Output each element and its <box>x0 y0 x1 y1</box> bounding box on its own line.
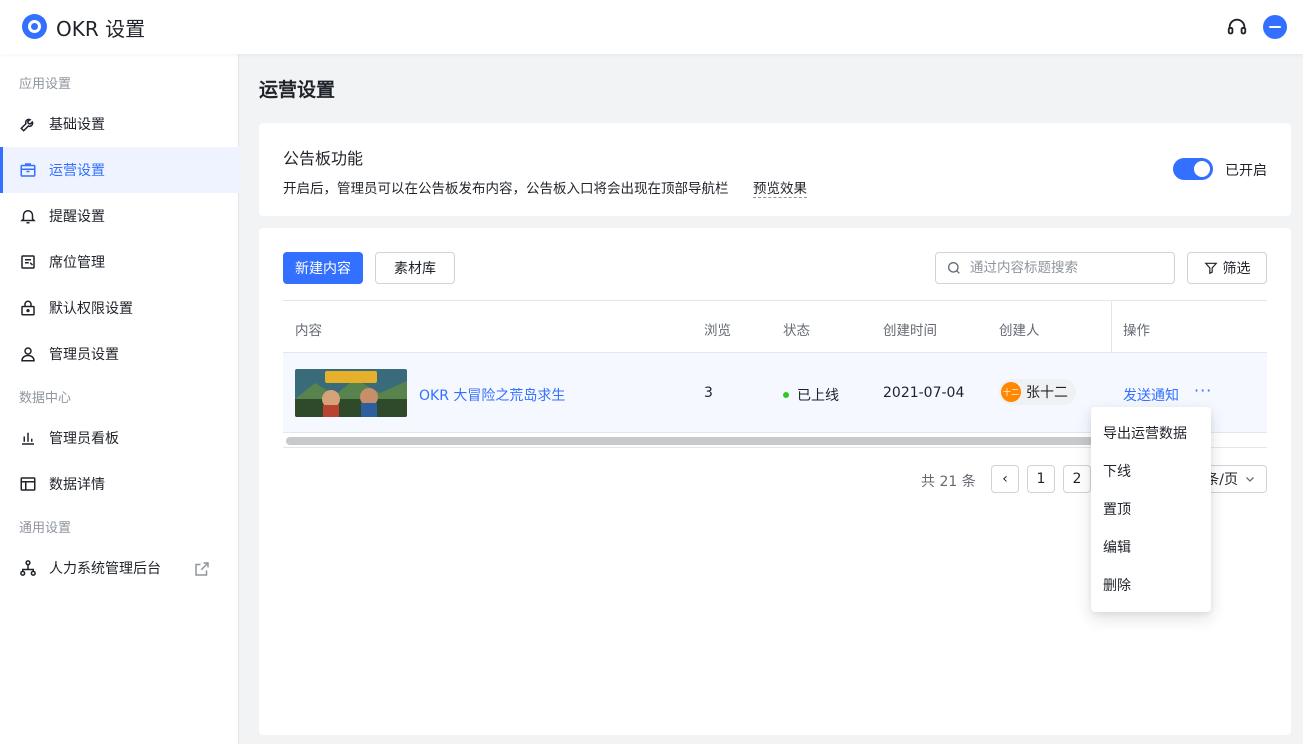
column-header-creator: 创建人 <box>999 323 1040 339</box>
briefcase-icon <box>20 163 36 177</box>
bell-icon <box>20 210 36 224</box>
search-input[interactable] <box>970 260 1165 276</box>
more-actions-button[interactable]: ··· <box>1194 381 1212 400</box>
column-header-created-time: 创建时间 <box>883 323 937 339</box>
nav-group-general-settings: 通用设置 <box>19 521 72 536</box>
status-online-dot <box>783 392 789 398</box>
search-icon <box>948 262 960 274</box>
nav-group-app-settings: 应用设置 <box>19 77 72 92</box>
bar-chart-icon <box>22 432 34 445</box>
sidebar-item-default-permission[interactable]: 默认权限设置 <box>0 285 239 331</box>
wrench-icon <box>20 118 34 132</box>
sidebar-item-label: 人力系统管理后台 <box>49 561 161 577</box>
sidebar: 应用设置 基础设置 运营设置 提醒设置 席位管理 默认权限设置 管理员设置 数据… <box>0 54 239 744</box>
bulletin-toggle[interactable] <box>1173 158 1213 180</box>
new-content-button[interactable]: 新建内容 <box>283 252 363 284</box>
creator-name: 张十二 <box>1026 385 1068 401</box>
sidebar-item-label: 席位管理 <box>49 255 105 271</box>
sidebar-item-admin-settings[interactable]: 管理员设置 <box>0 331 239 377</box>
sidebar-item-admin-dashboard[interactable]: 管理员看板 <box>0 415 239 461</box>
page-2-button[interactable]: 2 <box>1063 465 1091 493</box>
sidebar-item-seat-management[interactable]: 席位管理 <box>0 239 239 285</box>
sidebar-item-label: 运营设置 <box>49 163 105 179</box>
sidebar-item-label: 默认权限设置 <box>49 301 133 317</box>
sidebar-item-label: 数据详情 <box>49 477 105 493</box>
page-1-button[interactable]: 1 <box>1027 465 1055 493</box>
creator-avatar: 十二 <box>1001 382 1021 402</box>
sidebar-item-label: 管理员看板 <box>49 431 119 447</box>
sidebar-item-label: 基础设置 <box>49 117 105 133</box>
chevron-down-icon <box>1246 477 1254 482</box>
sidebar-item-label: 管理员设置 <box>49 347 119 363</box>
sidebar-item-operation-settings[interactable]: 运营设置 <box>0 147 239 193</box>
column-header-actions: 操作 <box>1123 323 1150 339</box>
content-thumbnail <box>295 369 407 417</box>
column-divider <box>1111 301 1112 354</box>
bulletin-title: 公告板功能 <box>283 149 364 168</box>
filter-label: 筛选 <box>1222 261 1251 277</box>
sidebar-item-label: 提醒设置 <box>49 209 105 225</box>
column-header-views: 浏览 <box>704 323 731 339</box>
top-header: OKR 设置 <box>0 0 1303 54</box>
menu-item-delete[interactable]: 删除 <box>1091 566 1211 604</box>
status-text: 已上线 <box>797 388 839 404</box>
filter-icon <box>1203 262 1218 275</box>
more-actions-dropdown: 导出运营数据 下线 置顶 编辑 删除 <box>1091 407 1211 612</box>
user-icon <box>21 347 35 362</box>
table-icon <box>20 477 36 491</box>
nav-group-data-center: 数据中心 <box>19 391 72 406</box>
external-link-icon <box>195 562 209 576</box>
views-count: 3 <box>704 385 713 401</box>
pagination-total: 共 21 条 <box>921 474 976 490</box>
filter-button[interactable]: 筛选 <box>1187 252 1267 284</box>
scrollbar-thumb[interactable] <box>286 437 1116 445</box>
sidebar-item-basic-settings[interactable]: 基础设置 <box>0 101 239 147</box>
org-chart-icon <box>20 560 36 576</box>
creator-chip[interactable]: 十二 张十二 <box>999 379 1076 405</box>
prev-page-button[interactable]: ‹ <box>991 465 1019 493</box>
menu-item-pin-top[interactable]: 置顶 <box>1091 490 1211 528</box>
seat-list-icon <box>21 255 35 269</box>
bulletin-description: 开启后，管理员可以在公告板发布内容，公告板入口将会出现在顶部导航栏 <box>283 181 729 197</box>
app-title: OKR 设置 <box>56 17 146 41</box>
toggle-label: 已开启 <box>1225 163 1267 179</box>
send-notification-link[interactable]: 发送通知 <box>1123 385 1179 405</box>
sidebar-item-reminder-settings[interactable]: 提醒设置 <box>0 193 239 239</box>
lock-icon <box>21 300 35 316</box>
sidebar-item-hr-system[interactable]: 人力系统管理后台 <box>0 545 239 591</box>
menu-item-edit[interactable]: 编辑 <box>1091 528 1211 566</box>
menu-item-offline[interactable]: 下线 <box>1091 452 1211 490</box>
bulletin-card: 公告板功能 开启后，管理员可以在公告板发布内容，公告板入口将会出现在顶部导航栏 … <box>259 123 1291 216</box>
content-title-link[interactable]: OKR 大冒险之荒岛求生 <box>419 385 565 405</box>
status-cell: 已上线 <box>783 385 839 405</box>
okr-logo-icon <box>22 14 47 39</box>
menu-item-export-data[interactable]: 导出运营数据 <box>1091 414 1211 452</box>
user-avatar[interactable] <box>1263 15 1287 39</box>
column-header-status: 状态 <box>783 323 810 339</box>
page-title: 运营设置 <box>259 79 336 101</box>
table-header: 内容 浏览 状态 创建时间 创建人 操作 <box>283 300 1267 354</box>
material-library-button[interactable]: 素材库 <box>375 252 455 284</box>
column-header-content: 内容 <box>295 323 322 339</box>
preview-link[interactable]: 预览效果 <box>753 177 807 198</box>
headset-icon[interactable] <box>1226 16 1248 38</box>
created-date: 2021-07-04 <box>883 385 965 401</box>
search-box <box>935 252 1175 284</box>
sidebar-item-data-details[interactable]: 数据详情 <box>0 461 239 507</box>
